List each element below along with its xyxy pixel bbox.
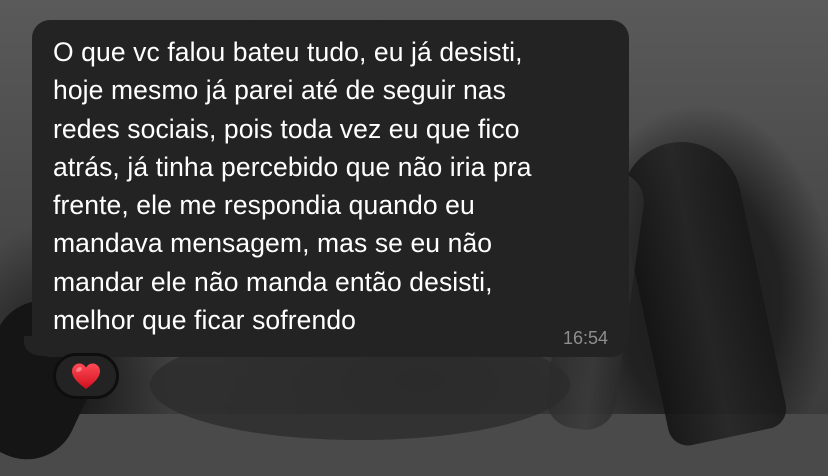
reaction-badge[interactable] (53, 353, 119, 399)
message-line: melhor que ficar sofrendo (53, 305, 356, 336)
message-line: atrás, já tinha percebido que não iria p… (53, 151, 532, 182)
message-line: mandar ele não manda então desisti, (53, 266, 493, 297)
message-text: O que vc falou bateu tudo, eu já desisti… (53, 33, 611, 339)
red-heart-icon (72, 363, 100, 389)
message-bubble[interactable]: O que vc falou bateu tudo, eu já desisti… (32, 20, 629, 357)
message-line: frente, ele me respondia quando eu (53, 190, 475, 221)
wallpaper-shape (610, 130, 790, 450)
message-line: O que vc falou bateu tudo, eu já desisti… (53, 37, 523, 67)
message-line: mandava mensagem, mas se eu não (53, 228, 493, 259)
message-timestamp: 16:54 (562, 328, 608, 348)
message-line: redes sociais, pois toda vez eu que fico (53, 113, 520, 144)
message-line: hoje mesmo já parei até de seguir nas (53, 75, 506, 106)
